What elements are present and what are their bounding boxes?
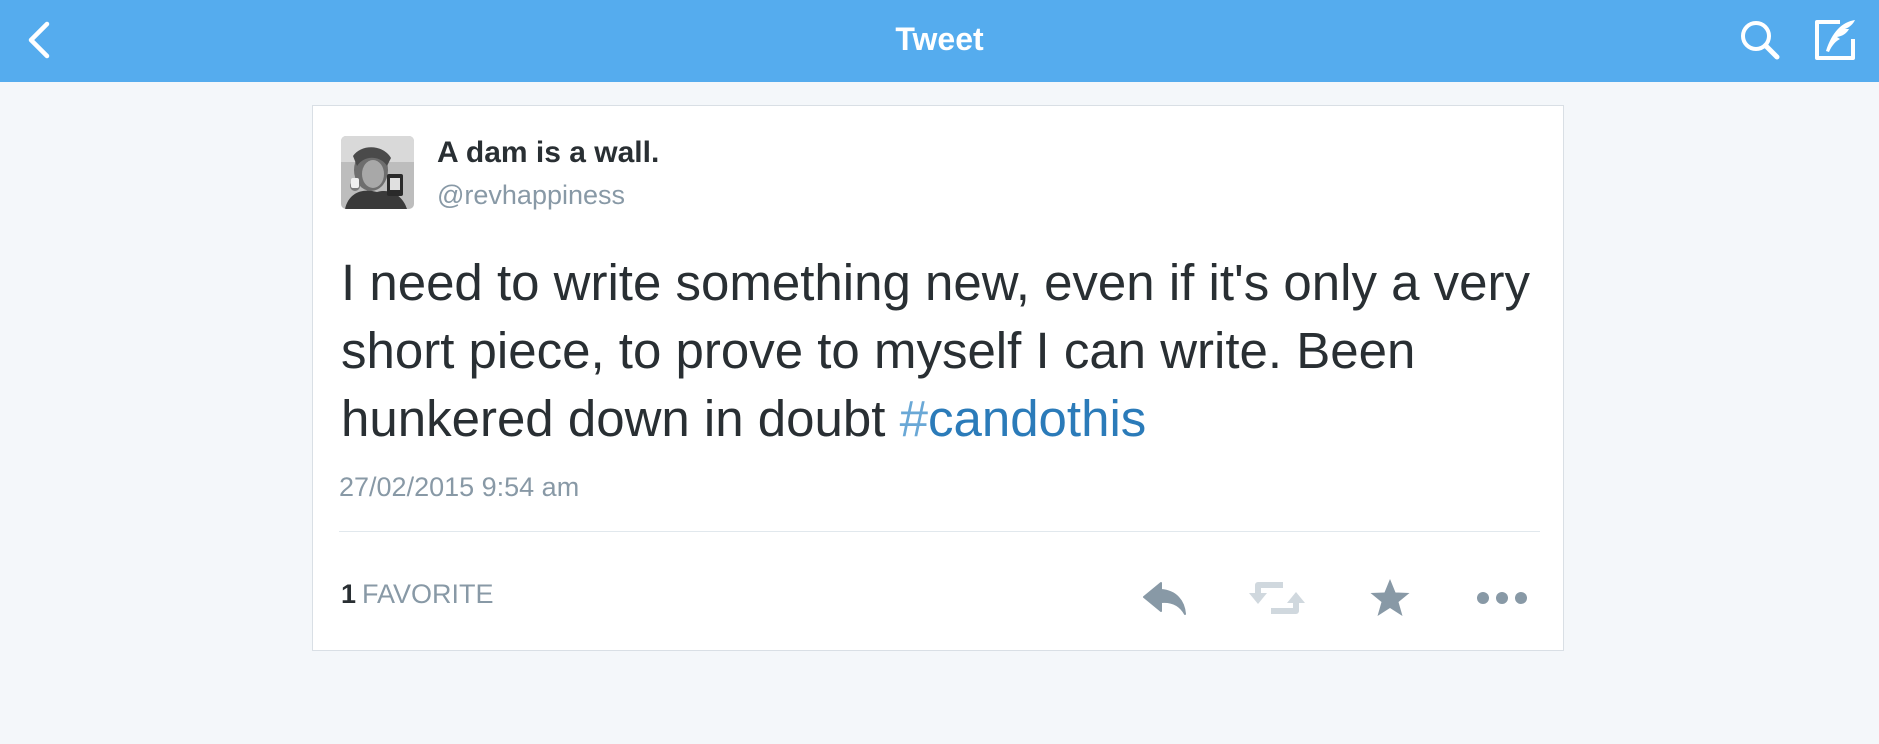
- more-options-button[interactable]: [1472, 568, 1532, 628]
- author-name[interactable]: A dam is a wall.: [437, 136, 659, 170]
- compose-button[interactable]: [1807, 12, 1863, 68]
- search-icon: [1741, 21, 1780, 60]
- favorites-count[interactable]: 1 FAVORITE: [341, 579, 494, 610]
- tweet-card: A dam is a wall. @revhappiness I need to…: [312, 105, 1564, 651]
- favorites-count-number: 1: [341, 579, 357, 609]
- tweet-text: I need to write something new, even if i…: [341, 249, 1541, 453]
- hashtag-text: candothis: [927, 390, 1147, 447]
- favorites-count-label: FAVORITE: [362, 579, 494, 609]
- star-icon: [1370, 579, 1410, 616]
- favorite-button[interactable]: [1360, 568, 1420, 628]
- author-handle[interactable]: @revhappiness: [437, 180, 625, 211]
- compose-quill-icon: [1815, 20, 1855, 60]
- hashtag-symbol: #: [899, 390, 928, 447]
- reply-button[interactable]: [1135, 568, 1195, 628]
- divider: [339, 531, 1540, 532]
- search-button[interactable]: [1732, 12, 1788, 68]
- hashtag-link[interactable]: #candothis: [900, 390, 1147, 447]
- reply-icon: [1143, 582, 1186, 615]
- page-title: Tweet: [895, 21, 984, 57]
- retweet-button[interactable]: [1247, 568, 1307, 628]
- more-dots-icon: [1477, 592, 1527, 604]
- avatar[interactable]: [341, 136, 414, 209]
- tweet-timestamp: 27/02/2015 9:54 am: [339, 472, 580, 502]
- top-navigation-bar: Tweet: [0, 0, 1879, 82]
- profile-photo-image: [341, 136, 414, 209]
- retweet-icon: [1249, 582, 1305, 614]
